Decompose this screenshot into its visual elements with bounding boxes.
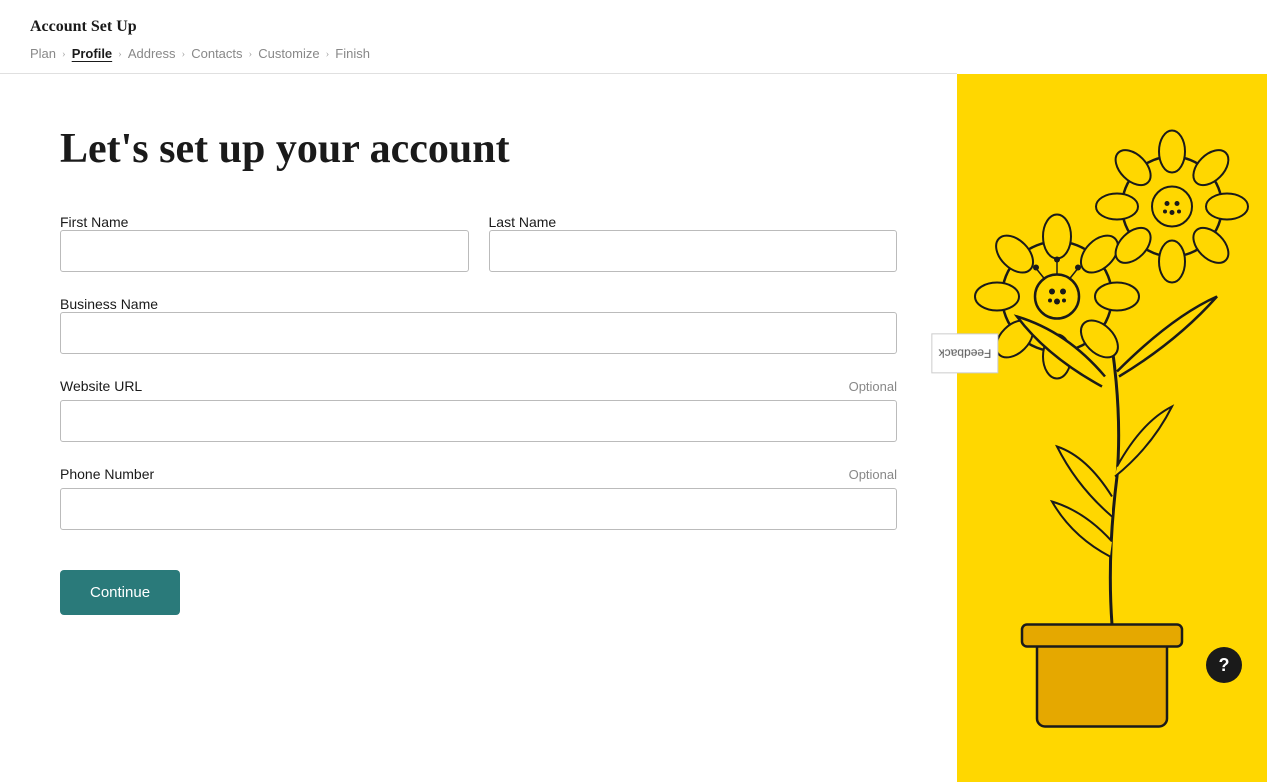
phone-number-label-row: Phone Number Optional: [60, 466, 897, 482]
last-name-input[interactable]: [489, 230, 898, 272]
website-url-input[interactable]: [60, 400, 897, 442]
business-name-row: Business Name: [60, 296, 897, 354]
page-header-title: Account Set Up: [30, 18, 927, 36]
last-name-label: Last Name: [489, 214, 898, 230]
last-name-group: Last Name: [489, 214, 898, 272]
phone-number-group: Phone Number Optional: [60, 466, 897, 530]
phone-number-input[interactable]: [60, 488, 897, 530]
website-url-row: Website URL Optional: [60, 378, 897, 442]
breadcrumb-sep-5: ›: [326, 48, 330, 60]
breadcrumb-profile[interactable]: Profile: [72, 46, 112, 61]
breadcrumb-plan[interactable]: Plan: [30, 46, 56, 61]
breadcrumb-sep-3: ›: [182, 48, 186, 60]
phone-number-label: Phone Number: [60, 466, 154, 482]
website-url-optional: Optional: [849, 379, 897, 394]
page-title: Let's set up your account: [60, 124, 897, 174]
phone-number-optional: Optional: [849, 467, 897, 482]
form-area: Let's set up your account First Name Las…: [0, 74, 957, 782]
breadcrumb-customize[interactable]: Customize: [258, 46, 319, 61]
phone-number-row: Phone Number Optional: [60, 466, 897, 530]
business-name-group: Business Name: [60, 296, 897, 354]
website-url-label: Website URL: [60, 378, 142, 394]
breadcrumb-address[interactable]: Address: [128, 46, 176, 61]
name-row: First Name Last Name: [60, 214, 897, 272]
breadcrumb-sep-2: ›: [118, 48, 122, 60]
main-layout: Let's set up your account First Name Las…: [0, 74, 1267, 782]
help-button[interactable]: ?: [1206, 647, 1242, 683]
website-url-label-row: Website URL Optional: [60, 378, 897, 394]
breadcrumb-sep-1: ›: [62, 48, 66, 60]
business-name-input[interactable]: [60, 312, 897, 354]
breadcrumb-contacts[interactable]: Contacts: [191, 46, 242, 61]
header: Account Set Up Plan › Profile › Address …: [0, 0, 957, 74]
breadcrumb: Plan › Profile › Address › Contacts › Cu…: [30, 46, 927, 73]
first-name-input[interactable]: [60, 230, 469, 272]
continue-button[interactable]: Continue: [60, 570, 180, 615]
first-name-group: First Name: [60, 214, 469, 272]
website-url-group: Website URL Optional: [60, 378, 897, 442]
first-name-label: First Name: [60, 214, 469, 230]
breadcrumb-finish[interactable]: Finish: [335, 46, 370, 61]
business-name-label: Business Name: [60, 296, 897, 312]
feedback-tab[interactable]: Feedback: [932, 333, 999, 373]
breadcrumb-sep-4: ›: [249, 48, 253, 60]
